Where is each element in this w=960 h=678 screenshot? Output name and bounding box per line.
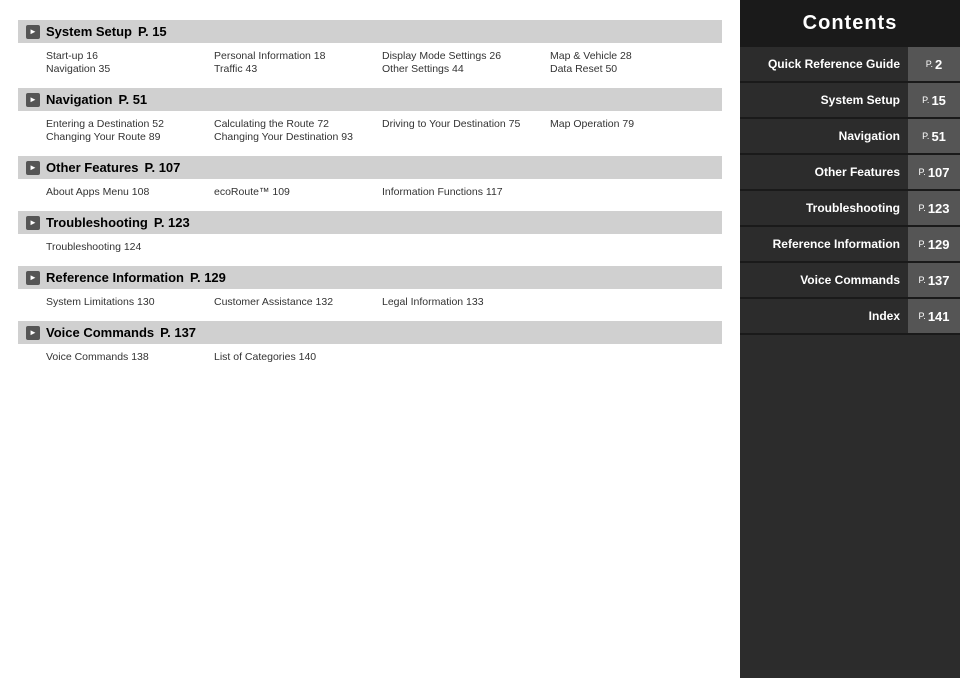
- sidebar-item-troubleshooting[interactable]: TroubleshootingP. 123: [740, 191, 960, 227]
- section-reference-information: ► Reference Information P. 129 System Limi…: [18, 266, 722, 311]
- section-item: Calculating the Route 72: [214, 118, 378, 130]
- sidebar-item-voice-commands[interactable]: Voice CommandsP. 137: [740, 263, 960, 299]
- section-item: List of Categories 140: [214, 351, 378, 363]
- section-header-system-setup: ► System Setup P. 15: [18, 20, 722, 43]
- section-title: Reference Information: [46, 270, 184, 285]
- sidebar-item-page: P. 51: [908, 119, 960, 153]
- sidebar-item-reference-information[interactable]: Reference InformationP. 129: [740, 227, 960, 263]
- section-title: Voice Commands: [46, 325, 154, 340]
- section-icon-voice-commands: ►: [26, 326, 40, 340]
- sidebar-item-page: P. 129: [908, 227, 960, 261]
- sidebar-item-page: P. 137: [908, 263, 960, 297]
- section-title: System Setup: [46, 24, 132, 39]
- section-title: Navigation: [46, 92, 112, 107]
- section-item: [550, 351, 714, 363]
- section-item: Personal Information 18: [214, 50, 378, 62]
- section-item: About Apps Menu 108: [46, 186, 210, 198]
- section-items-navigation: Entering a Destination 52 Calculating the…: [18, 115, 722, 146]
- sidebar-item-page: P. 15: [908, 83, 960, 117]
- section-icon-system-setup: ►: [26, 25, 40, 39]
- section-other-features: ► Other Features P. 107 About Apps Menu 10…: [18, 156, 722, 201]
- section-item: Other Settings 44: [382, 63, 546, 75]
- sidebar-item-quick-reference-guide[interactable]: Quick Reference GuideP. 2: [740, 47, 960, 83]
- sidebar-item-label: Index: [740, 299, 908, 333]
- section-item: [550, 131, 714, 143]
- sidebar-item-label: Reference Information: [740, 227, 908, 261]
- sidebar-item-label: Other Features: [740, 155, 908, 189]
- section-item: Navigation 35: [46, 63, 210, 75]
- section-item: Entering a Destination 52: [46, 118, 210, 130]
- section-item: Troubleshooting 124: [46, 241, 210, 253]
- section-item: Customer Assistance 132: [214, 296, 378, 308]
- section-icon-troubleshooting: ►: [26, 216, 40, 230]
- section-navigation: ► Navigation P. 51 Entering a Destination …: [18, 88, 722, 146]
- section-page-number: P. 129: [190, 270, 226, 285]
- section-item: Legal Information 133: [382, 296, 546, 308]
- sidebar-item-other-features[interactable]: Other FeaturesP. 107: [740, 155, 960, 191]
- section-items-reference-information: System Limitations 130 Customer Assistanc…: [18, 293, 722, 311]
- sidebar-item-index[interactable]: IndexP. 141: [740, 299, 960, 335]
- section-item: System Limitations 130: [46, 296, 210, 308]
- section-header-reference-information: ► Reference Information P. 129: [18, 266, 722, 289]
- section-icon-reference-information: ►: [26, 271, 40, 285]
- sidebar-item-system-setup[interactable]: System SetupP. 15: [740, 83, 960, 119]
- sidebar-item-page: P. 2: [908, 47, 960, 81]
- section-title: Other Features: [46, 160, 138, 175]
- section-page-number: P. 15: [138, 24, 167, 39]
- sidebar-item-label: Troubleshooting: [740, 191, 908, 225]
- section-item: Traffic 43: [214, 63, 378, 75]
- sidebar-item-label: Navigation: [740, 119, 908, 153]
- section-item: Map & Vehicle 28: [550, 50, 714, 62]
- sidebar-item-page: P. 141: [908, 299, 960, 333]
- section-item: Map Operation 79: [550, 118, 714, 130]
- sidebar-item-navigation[interactable]: NavigationP. 51: [740, 119, 960, 155]
- section-item: Display Mode Settings 26: [382, 50, 546, 62]
- section-header-voice-commands: ► Voice Commands P. 137: [18, 321, 722, 344]
- section-items-system-setup: Start-up 16 Personal Information 18 Displa…: [18, 47, 722, 78]
- sidebar: Contents Quick Reference GuideP. 2System…: [740, 0, 960, 678]
- section-header-other-features: ► Other Features P. 107: [18, 156, 722, 179]
- section-voice-commands: ► Voice Commands P. 137 Voice Commands 138…: [18, 321, 722, 366]
- section-item: Driving to Your Destination 75: [382, 118, 546, 130]
- section-item: [550, 296, 714, 308]
- sidebar-title: Contents: [740, 0, 960, 47]
- section-items-other-features: About Apps Menu 108 ecoRoute™ 109 Informat…: [18, 183, 722, 201]
- section-item: [550, 186, 714, 198]
- section-troubleshooting: ► Troubleshooting P. 123 Troubleshooting 1…: [18, 211, 722, 256]
- section-item: Information Functions 117: [382, 186, 546, 198]
- sidebar-item-page: P. 107: [908, 155, 960, 189]
- section-item: Changing Your Destination 93: [214, 131, 378, 143]
- section-items-troubleshooting: Troubleshooting 124: [18, 238, 722, 256]
- sidebar-item-page: P. 123: [908, 191, 960, 225]
- section-page-number: P. 137: [160, 325, 196, 340]
- section-item: ecoRoute™ 109: [214, 186, 378, 198]
- sidebar-item-label: Quick Reference Guide: [740, 47, 908, 81]
- section-page-number: P. 123: [154, 215, 190, 230]
- section-item: Start-up 16: [46, 50, 210, 62]
- main-content: ► System Setup P. 15 Start-up 16 Personal I…: [0, 0, 740, 678]
- section-items-voice-commands: Voice Commands 138 List of Categories 140: [18, 348, 722, 366]
- section-system-setup: ► System Setup P. 15 Start-up 16 Personal I…: [18, 20, 722, 78]
- section-page-number: P. 107: [144, 160, 180, 175]
- section-item: [382, 351, 546, 363]
- section-icon-navigation: ►: [26, 93, 40, 107]
- section-item: Changing Your Route 89: [46, 131, 210, 143]
- section-item: Voice Commands 138: [46, 351, 210, 363]
- section-item: Data Reset 50: [550, 63, 714, 75]
- section-header-navigation: ► Navigation P. 51: [18, 88, 722, 111]
- section-page-number: P. 51: [118, 92, 147, 107]
- sidebar-item-label: System Setup: [740, 83, 908, 117]
- section-title: Troubleshooting: [46, 215, 148, 230]
- sidebar-item-label: Voice Commands: [740, 263, 908, 297]
- section-item: [382, 131, 546, 143]
- section-header-troubleshooting: ► Troubleshooting P. 123: [18, 211, 722, 234]
- section-icon-other-features: ►: [26, 161, 40, 175]
